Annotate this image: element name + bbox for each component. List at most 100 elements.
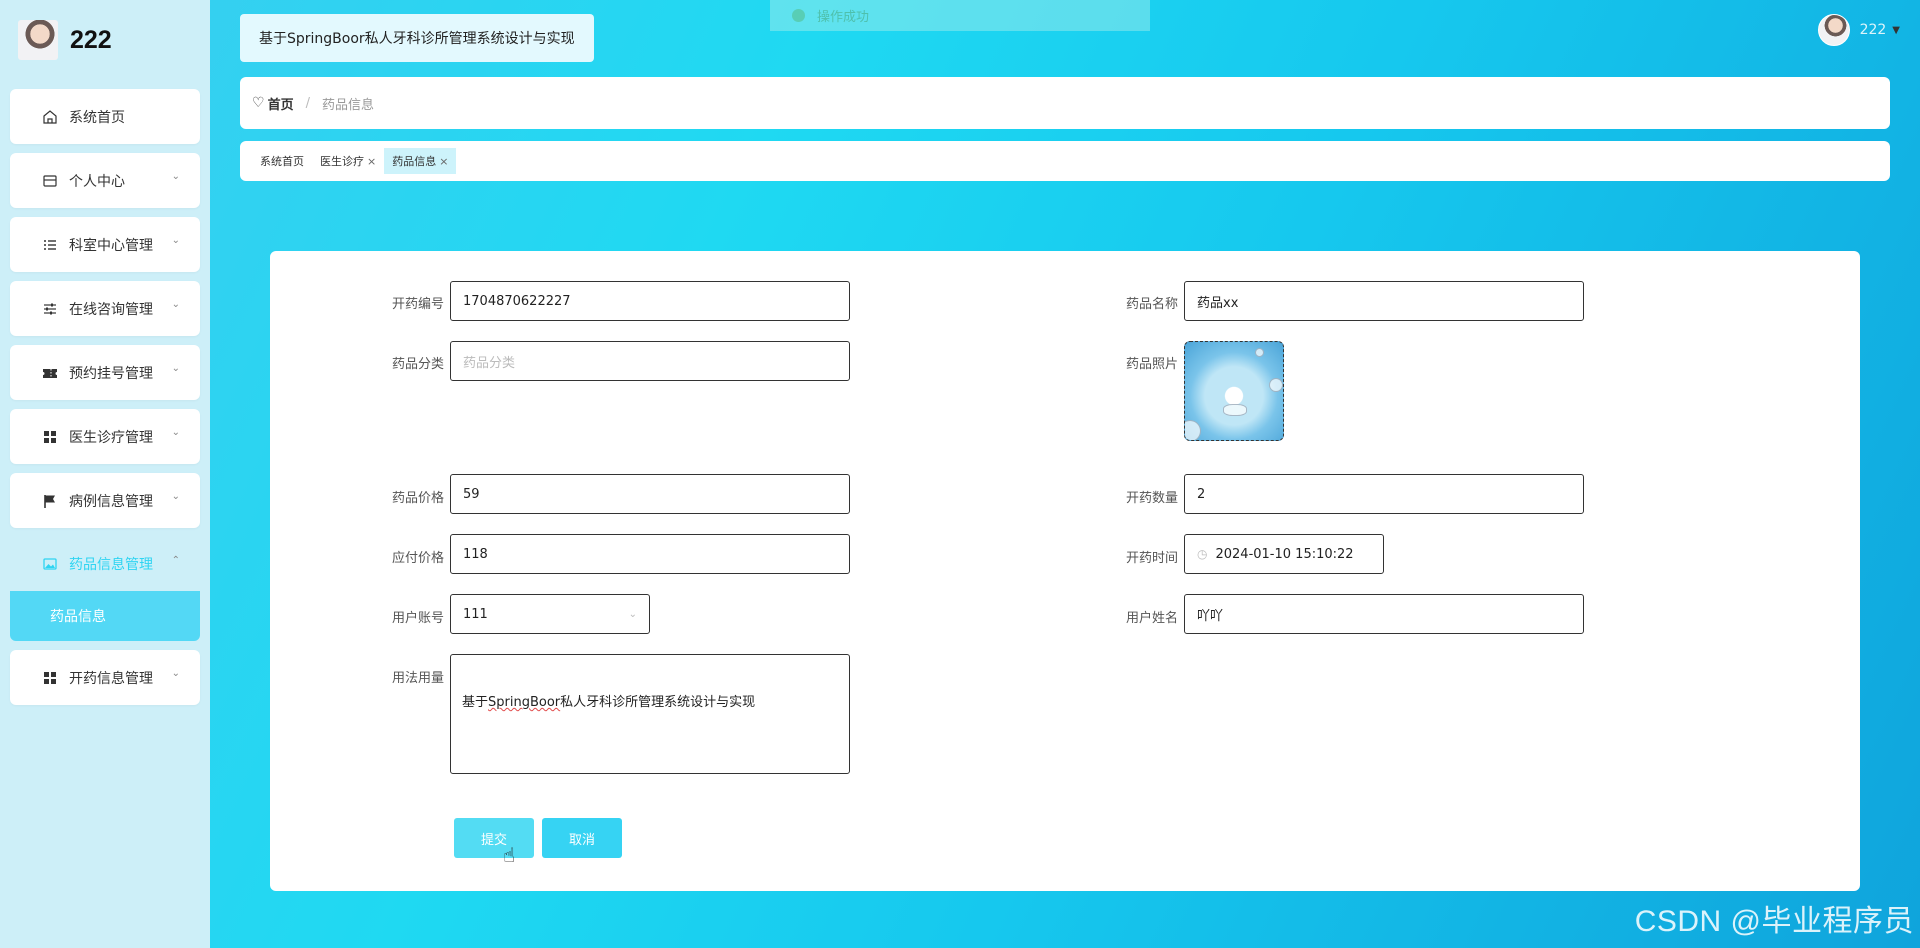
caret-down-icon[interactable]: ▼ bbox=[1892, 25, 1900, 36]
user-account-select[interactable]: 111 ⌄ bbox=[450, 594, 650, 634]
user-menu[interactable]: 222 ▼ bbox=[1817, 14, 1900, 46]
success-toast: 操作成功 bbox=[770, 0, 1150, 31]
chevron-down-icon: ⌄ bbox=[171, 299, 180, 310]
user-account-label: 用户账号 bbox=[391, 611, 444, 626]
watermark: CSDN @毕业程序员 bbox=[1634, 905, 1914, 938]
avatar[interactable] bbox=[1817, 14, 1850, 46]
prescribe-time-value: 2024-01-10 15:10:22 bbox=[1215, 546, 1354, 562]
sidebar-menu: 系统首页 个人中心 ⌄ 科室中心管理 ⌄ 在线咨询管理 ⌄ 预约挂号管理 ⌄ 医… bbox=[10, 89, 200, 714]
user-name-label: 用户姓名 bbox=[1125, 611, 1178, 626]
cancel-button[interactable]: 取消 bbox=[542, 818, 622, 858]
brand-name: 222 bbox=[70, 25, 112, 54]
tab-label: 药品信息 bbox=[392, 155, 437, 168]
sidebar-item-drugs[interactable]: 药品信息管理 ⌃ bbox=[10, 537, 200, 591]
brand: 222 bbox=[18, 18, 112, 62]
photo-bubble bbox=[1185, 420, 1201, 440]
user-name[interactable]: 222 bbox=[1860, 22, 1887, 38]
drug-form-card: 开药编号 1704870622227 药品名称 药品xx 药品分类 药品分类 药… bbox=[270, 251, 1860, 891]
usage-text-suffix: 私人牙科诊所管理系统设计与实现 bbox=[560, 695, 756, 710]
prescribe-time-picker[interactable]: ◷ 2024-01-10 15:10:22 bbox=[1184, 534, 1384, 574]
chevron-down-icon: ⌄ bbox=[171, 668, 180, 679]
photo-pill bbox=[1223, 404, 1247, 416]
breadcrumb-home[interactable]: ♡ 首页 bbox=[252, 94, 294, 113]
list-icon bbox=[41, 236, 59, 254]
drug-name-label: 药品名称 bbox=[1125, 297, 1178, 312]
brand-avatar bbox=[18, 20, 58, 60]
chevron-down-icon: ⌄ bbox=[171, 427, 180, 438]
sidebar-item-department[interactable]: 科室中心管理 ⌄ bbox=[10, 217, 200, 272]
close-icon[interactable]: × bbox=[367, 155, 376, 168]
sidebar-item-treatment[interactable]: 医生诊疗管理 ⌄ bbox=[10, 409, 200, 464]
prescription-no-input[interactable]: 1704870622227 bbox=[450, 281, 850, 321]
sidebar-item-home[interactable]: 系统首页 bbox=[10, 89, 200, 144]
tab-label: 医生诊疗 bbox=[320, 155, 364, 168]
user-name-input[interactable]: 吖吖 bbox=[1184, 594, 1584, 634]
image-icon bbox=[41, 555, 59, 573]
breadcrumb-current: 药品信息 bbox=[321, 97, 374, 113]
chevron-down-icon: ⌄ bbox=[171, 491, 180, 502]
tab-label: 系统首页 bbox=[260, 155, 304, 168]
breadcrumb: ♡ 首页 / 药品信息 bbox=[240, 77, 1890, 129]
photo-bubble bbox=[1255, 348, 1264, 357]
chevron-down-icon: ⌄ bbox=[171, 171, 180, 182]
flag-icon bbox=[41, 492, 59, 510]
system-title: 基于SpringBoor私人牙科诊所管理系统设计与实现 bbox=[240, 14, 594, 62]
usage-text-misspelled: SpringBoor bbox=[488, 695, 561, 710]
sidebar-item-label: 科室中心管理 bbox=[69, 237, 153, 254]
sidebar-item-label: 医生诊疗管理 bbox=[69, 429, 153, 446]
sidebar-item-personal[interactable]: 个人中心 ⌄ bbox=[10, 153, 200, 208]
heart-icon: ♡ bbox=[252, 95, 265, 111]
sidebar: 222 系统首页 个人中心 ⌄ 科室中心管理 ⌄ 在线咨询管理 ⌄ 预约挂号管理… bbox=[0, 0, 210, 948]
sidebar-subitem-drug-info[interactable]: 药品信息 bbox=[10, 591, 200, 641]
hand-cursor-icon: ☝ bbox=[503, 843, 516, 867]
user-account-value: 111 bbox=[463, 606, 488, 622]
usage-label: 用法用量 bbox=[391, 671, 444, 686]
breadcrumb-home-label: 首页 bbox=[267, 97, 294, 113]
payable-label: 应付价格 bbox=[391, 551, 444, 566]
sidebar-item-consult[interactable]: 在线咨询管理 ⌄ bbox=[10, 281, 200, 336]
photo-bubble bbox=[1269, 378, 1283, 392]
grid-icon bbox=[41, 669, 59, 687]
check-circle-icon bbox=[792, 9, 805, 22]
tab-home[interactable]: 系统首页 bbox=[252, 148, 312, 174]
sidebar-item-prescription[interactable]: 开药信息管理 ⌄ bbox=[10, 650, 200, 705]
usage-text-prefix: 基于 bbox=[462, 695, 489, 710]
sidebar-item-label: 个人中心 bbox=[69, 173, 125, 190]
card-icon bbox=[41, 172, 59, 190]
chevron-down-icon: ⌄ bbox=[171, 235, 180, 246]
drug-price-input[interactable]: 59 bbox=[450, 474, 850, 514]
prescription-no-label: 开药编号 bbox=[391, 297, 444, 312]
toast-text: 操作成功 bbox=[817, 10, 870, 25]
drug-photo-label: 药品照片 bbox=[1125, 357, 1178, 372]
sliders-icon bbox=[41, 300, 59, 318]
chevron-down-icon: ⌄ bbox=[171, 363, 180, 374]
drug-category-input[interactable]: 药品分类 bbox=[450, 341, 850, 381]
drug-photo-upload[interactable] bbox=[1184, 341, 1284, 441]
payable-input[interactable]: 118 bbox=[450, 534, 850, 574]
sidebar-item-label: 预约挂号管理 bbox=[69, 365, 153, 382]
sidebar-item-label: 开药信息管理 bbox=[69, 670, 153, 687]
sidebar-item-label: 系统首页 bbox=[69, 109, 125, 126]
sidebar-item-label: 药品信息管理 bbox=[69, 557, 153, 573]
usage-textarea[interactable]: 基于SpringBoor私人牙科诊所管理系统设计与实现 bbox=[450, 654, 850, 774]
drug-price-label: 药品价格 bbox=[391, 491, 444, 506]
sidebar-item-cases[interactable]: 病例信息管理 ⌄ bbox=[10, 473, 200, 528]
submit-button[interactable]: 提交 bbox=[454, 818, 534, 858]
drug-name-input[interactable]: 药品xx bbox=[1184, 281, 1584, 321]
quantity-input[interactable]: 2 bbox=[1184, 474, 1584, 514]
tab-treatment[interactable]: 医生诊疗 × bbox=[312, 148, 384, 174]
sidebar-item-appointment[interactable]: 预约挂号管理 ⌄ bbox=[10, 345, 200, 400]
chevron-up-icon: ⌃ bbox=[171, 555, 180, 566]
prescribe-time-label: 开药时间 bbox=[1125, 551, 1178, 566]
sidebar-item-label: 在线咨询管理 bbox=[69, 301, 153, 318]
home-icon bbox=[41, 108, 59, 126]
close-icon[interactable]: × bbox=[439, 155, 448, 168]
tabs-bar: 系统首页 医生诊疗 × 药品信息 × bbox=[240, 141, 1890, 181]
clock-icon: ◷ bbox=[1197, 547, 1208, 561]
grid-icon bbox=[41, 428, 59, 446]
quantity-label: 开药数量 bbox=[1125, 491, 1178, 506]
chevron-down-icon: ⌄ bbox=[628, 608, 637, 620]
breadcrumb-separator: / bbox=[305, 95, 310, 111]
sidebar-item-label: 病例信息管理 bbox=[69, 493, 153, 510]
tab-drug-info[interactable]: 药品信息 × bbox=[384, 148, 457, 174]
